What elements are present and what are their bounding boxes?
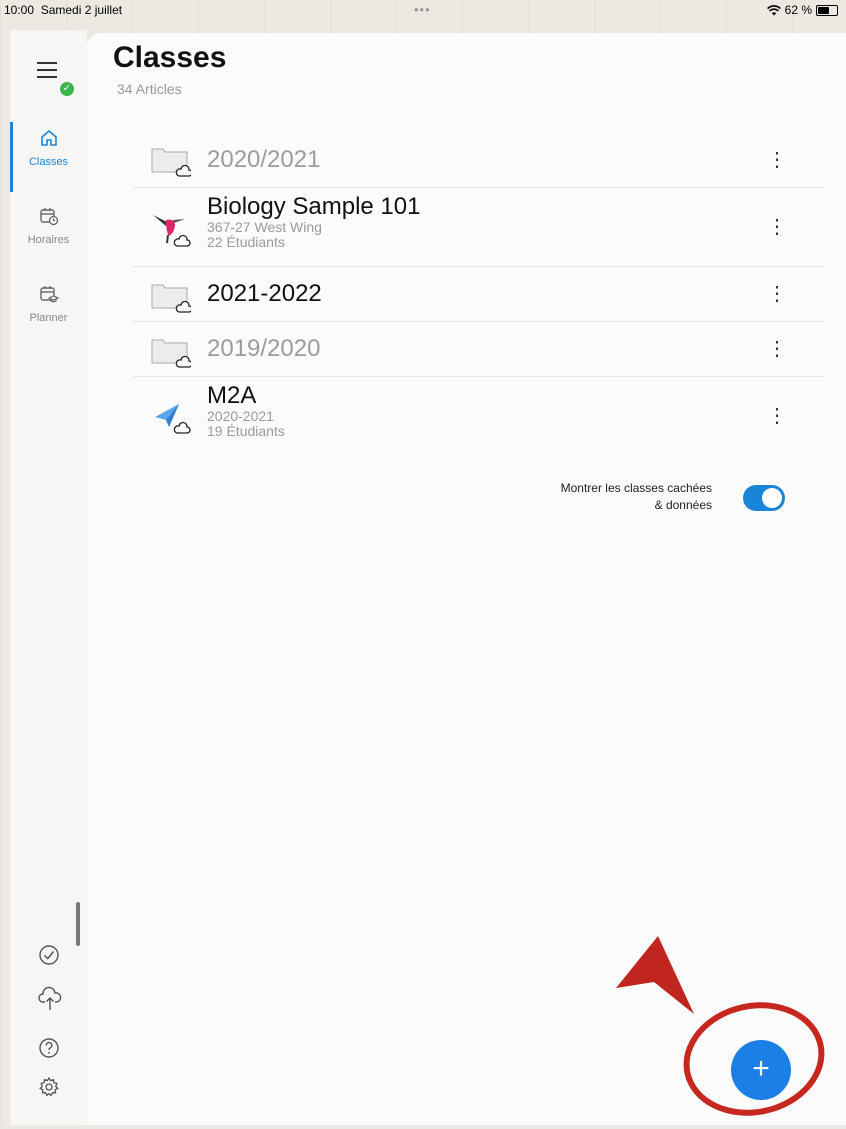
row-year: 2020-2021 bbox=[207, 408, 274, 424]
settings-icon[interactable] bbox=[38, 1076, 60, 1098]
folder-cloud-icon bbox=[151, 284, 191, 313]
cloud-upload-icon[interactable] bbox=[38, 986, 62, 1012]
folder-cloud-icon bbox=[151, 339, 191, 368]
list-item-class[interactable]: Biology Sample 101 367-27 West Wing 22 É… bbox=[133, 188, 825, 267]
row-title: 2019/2020 bbox=[207, 335, 321, 362]
item-count: 34 Articles bbox=[117, 81, 182, 97]
hummingbird-icon bbox=[153, 215, 191, 247]
list-item-folder[interactable]: 2019/2020 ⋮ bbox=[133, 322, 825, 377]
battery-icon bbox=[816, 4, 838, 16]
sidebar-item-label: Classes bbox=[28, 156, 69, 168]
multitask-dots[interactable]: ••• bbox=[414, 2, 431, 17]
more-options-icon[interactable]: ⋮ bbox=[767, 284, 787, 304]
status-bar: 10:00 Samedi 2 juillet ••• 62 % bbox=[0, 0, 846, 20]
row-title: 2020/2021 bbox=[207, 146, 321, 173]
sidebar-item-planner[interactable]: Planner bbox=[10, 284, 87, 324]
battery-percent: 62 % bbox=[784, 3, 812, 17]
row-location: 367-27 West Wing bbox=[207, 219, 322, 235]
main-panel: Classes 34 Articles 2020/2021 ⋮ Biology … bbox=[87, 33, 846, 1125]
hidden-classes-label: Montrer les classes cachées & données bbox=[560, 481, 712, 512]
menu-icon[interactable] bbox=[37, 62, 61, 86]
sidebar-item-label: Planner bbox=[29, 312, 68, 324]
hidden-classes-toggle[interactable] bbox=[743, 485, 785, 511]
home-icon bbox=[40, 130, 57, 146]
sidebar-item-horaires[interactable]: Horaires bbox=[10, 206, 87, 246]
page-title: Classes bbox=[113, 41, 227, 74]
more-options-icon[interactable]: ⋮ bbox=[767, 406, 787, 426]
row-title: 2021-2022 bbox=[207, 280, 322, 307]
status-time: 10:00 Samedi 2 juillet bbox=[4, 3, 123, 17]
status-right: 62 % bbox=[766, 3, 838, 17]
calendar-grad-icon bbox=[39, 286, 59, 303]
calendar-clock-icon bbox=[39, 208, 58, 226]
add-class-button[interactable]: + bbox=[731, 1040, 791, 1100]
sidebar: ✓ Classes Horaires Planner bbox=[10, 30, 87, 1125]
more-options-icon[interactable]: ⋮ bbox=[767, 217, 787, 237]
row-students: 22 Étudiants bbox=[207, 234, 285, 250]
sidebar-item-classes[interactable]: Classes bbox=[10, 128, 87, 168]
more-options-icon[interactable]: ⋮ bbox=[767, 339, 787, 359]
list-item-folder[interactable]: 2020/2021 ⋮ bbox=[133, 128, 825, 188]
list-item-class[interactable]: M2A 2020-2021 19 Étudiants ⋮ bbox=[133, 377, 825, 453]
row-title: M2A bbox=[207, 382, 257, 409]
sync-ok-badge: ✓ bbox=[60, 82, 74, 96]
wifi-icon bbox=[766, 4, 781, 15]
sidebar-item-label: Horaires bbox=[27, 234, 70, 246]
row-students: 19 Étudiants bbox=[207, 423, 285, 439]
paper-plane-icon bbox=[155, 404, 191, 434]
checkmark-circle-icon[interactable] bbox=[38, 944, 60, 966]
class-list: 2020/2021 ⋮ Biology Sample 101 367-27 We… bbox=[133, 128, 825, 453]
list-item-folder[interactable]: 2021-2022 ⋮ bbox=[133, 267, 825, 322]
folder-cloud-icon bbox=[151, 148, 191, 177]
sidebar-scrollbar[interactable] bbox=[76, 902, 80, 946]
annotation-arrow bbox=[616, 936, 694, 1014]
more-options-icon[interactable]: ⋮ bbox=[767, 150, 787, 170]
help-icon[interactable] bbox=[38, 1037, 60, 1059]
row-title: Biology Sample 101 bbox=[207, 193, 421, 220]
